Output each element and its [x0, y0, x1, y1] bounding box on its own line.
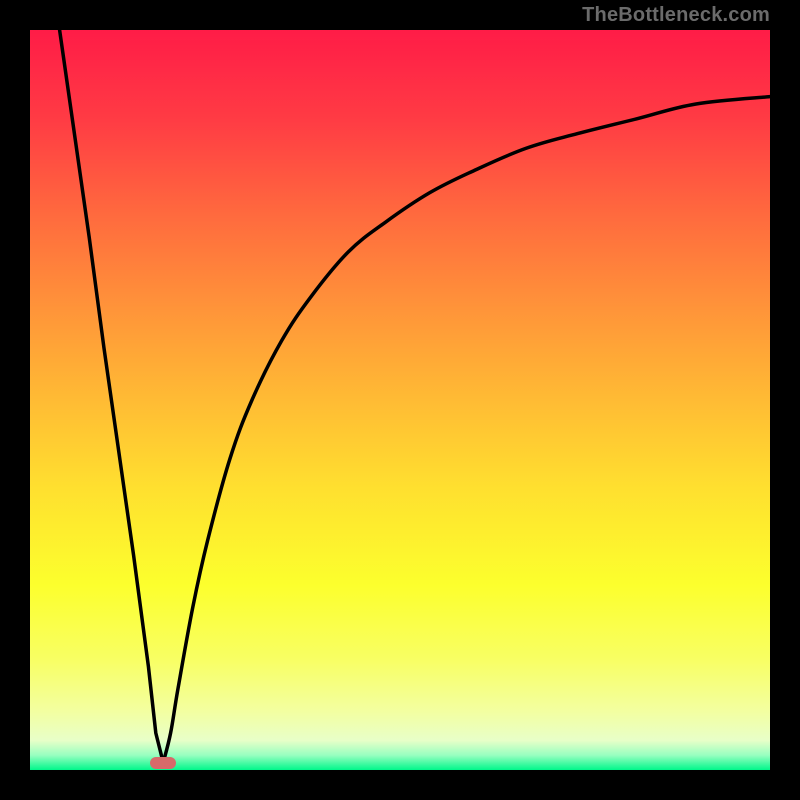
- chart-frame: [0, 0, 800, 800]
- watermark-text: TheBottleneck.com: [582, 4, 770, 27]
